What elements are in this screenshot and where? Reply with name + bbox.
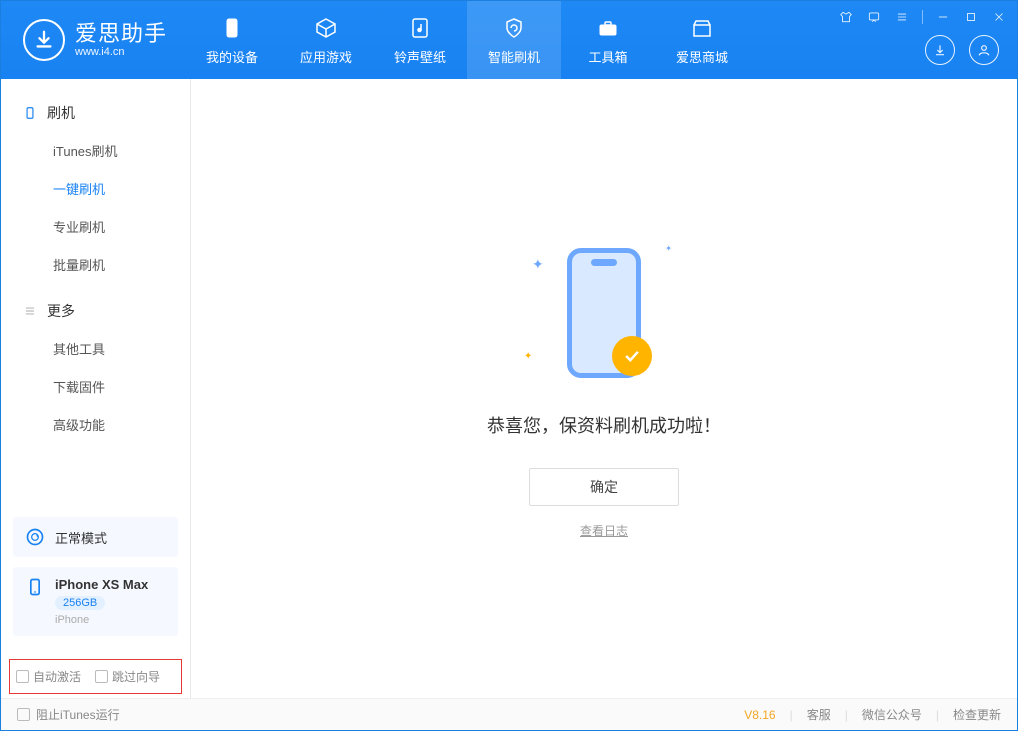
success-illustration: ✦ ✦ ✦ — [504, 238, 704, 388]
device-phone-icon — [25, 577, 45, 597]
nav-label: 应用游戏 — [300, 47, 352, 66]
device-icon — [219, 15, 245, 41]
nav-tab-apps[interactable]: 应用游戏 — [279, 1, 373, 79]
sparkle-icon: ✦ — [532, 256, 544, 273]
sidebar-group-label: 刷机 — [47, 103, 75, 123]
checkbox-label: 阻止iTunes运行 — [36, 706, 120, 723]
nav-label: 铃声壁纸 — [394, 47, 446, 66]
sidebar-group-label: 更多 — [47, 301, 75, 321]
main-content: ✦ ✦ ✦ 恭喜您，保资料刷机成功啦！ 确定 查看日志 — [191, 79, 1017, 698]
sync-icon — [25, 527, 45, 547]
nav-tab-ringtones[interactable]: 铃声壁纸 — [373, 1, 467, 79]
device-mode-label: 正常模式 — [55, 528, 107, 547]
nav-label: 爱思商城 — [676, 47, 728, 66]
checkbox-icon — [95, 670, 108, 683]
checkbox-icon — [17, 708, 30, 721]
logo-icon — [23, 19, 65, 61]
nav-tabs: 我的设备 应用游戏 铃声壁纸 智能刷机 工具箱 爱思商城 — [185, 1, 749, 79]
cube-icon — [313, 15, 339, 41]
app-logo: 爱思助手 www.i4.cn — [1, 19, 185, 61]
maximize-button[interactable] — [963, 9, 979, 25]
sidebar-group-more: 更多 — [1, 293, 190, 329]
version-label: V8.16 — [744, 708, 775, 722]
app-header: 爱思助手 www.i4.cn 我的设备 应用游戏 铃声壁纸 智能刷机 工具箱 爱… — [1, 1, 1017, 79]
menu-icon[interactable] — [894, 9, 910, 25]
nav-tab-store[interactable]: 爱思商城 — [655, 1, 749, 79]
separator — [922, 10, 923, 24]
wechat-link[interactable]: 微信公众号 — [862, 706, 922, 723]
separator: | — [936, 708, 939, 722]
sidebar-item-pro-flash[interactable]: 专业刷机 — [1, 207, 190, 245]
skin-icon[interactable] — [838, 9, 854, 25]
store-icon — [689, 15, 715, 41]
status-bar: 阻止iTunes运行 V8.16 | 客服 | 微信公众号 | 检查更新 — [1, 698, 1017, 730]
device-info-card[interactable]: iPhone XS Max 256GB iPhone — [13, 567, 178, 636]
auto-activate-checkbox[interactable]: 自动激活 — [16, 668, 81, 685]
app-title: 爱思助手 — [75, 21, 167, 46]
feedback-icon[interactable] — [866, 9, 882, 25]
nav-tab-device[interactable]: 我的设备 — [185, 1, 279, 79]
device-mode-card[interactable]: 正常模式 — [13, 517, 178, 557]
sidebar-item-download-firmware[interactable]: 下载固件 — [1, 367, 190, 405]
sidebar-item-batch-flash[interactable]: 批量刷机 — [1, 245, 190, 283]
separator: | — [790, 708, 793, 722]
nav-label: 我的设备 — [206, 47, 258, 66]
ok-button[interactable]: 确定 — [529, 468, 679, 506]
sidebar-item-itunes-flash[interactable]: iTunes刷机 — [1, 131, 190, 169]
device-capacity-badge: 256GB — [55, 596, 105, 610]
phone-icon — [23, 106, 37, 120]
sidebar: 刷机 iTunes刷机 一键刷机 专业刷机 批量刷机 更多 其他工具 下载固件 … — [1, 79, 191, 698]
view-log-link[interactable]: 查看日志 — [580, 522, 628, 539]
device-name: iPhone XS Max — [55, 577, 148, 592]
toolbox-icon — [595, 15, 621, 41]
shield-refresh-icon — [501, 15, 527, 41]
app-subtitle: www.i4.cn — [75, 46, 167, 59]
close-button[interactable] — [991, 9, 1007, 25]
nav-tab-toolbox[interactable]: 工具箱 — [561, 1, 655, 79]
sidebar-item-oneclick-flash[interactable]: 一键刷机 — [1, 169, 190, 207]
sidebar-group-flash: 刷机 — [1, 95, 190, 131]
check-update-link[interactable]: 检查更新 — [953, 706, 1001, 723]
customer-service-link[interactable]: 客服 — [807, 706, 831, 723]
list-icon — [23, 304, 37, 318]
success-check-icon — [612, 336, 652, 376]
sparkle-icon: ✦ — [524, 351, 532, 362]
skip-guide-checkbox[interactable]: 跳过向导 — [95, 668, 160, 685]
user-button[interactable] — [969, 35, 999, 65]
music-file-icon — [407, 15, 433, 41]
highlighted-options-row: 自动激活 跳过向导 — [9, 659, 182, 694]
minimize-button[interactable] — [935, 9, 951, 25]
success-message: 恭喜您，保资料刷机成功啦！ — [487, 412, 721, 438]
checkbox-label: 自动激活 — [33, 668, 81, 685]
device-type: iPhone — [55, 614, 148, 626]
checkbox-label: 跳过向导 — [112, 668, 160, 685]
download-button[interactable] — [925, 35, 955, 65]
nav-label: 智能刷机 — [488, 47, 540, 66]
sidebar-item-other-tools[interactable]: 其他工具 — [1, 329, 190, 367]
nav-tab-flash[interactable]: 智能刷机 — [467, 1, 561, 79]
block-itunes-checkbox[interactable]: 阻止iTunes运行 — [17, 706, 120, 723]
checkbox-icon — [16, 670, 29, 683]
sidebar-item-advanced[interactable]: 高级功能 — [1, 405, 190, 443]
nav-label: 工具箱 — [589, 47, 628, 66]
separator: | — [845, 708, 848, 722]
sparkle-icon: ✦ — [665, 244, 672, 253]
